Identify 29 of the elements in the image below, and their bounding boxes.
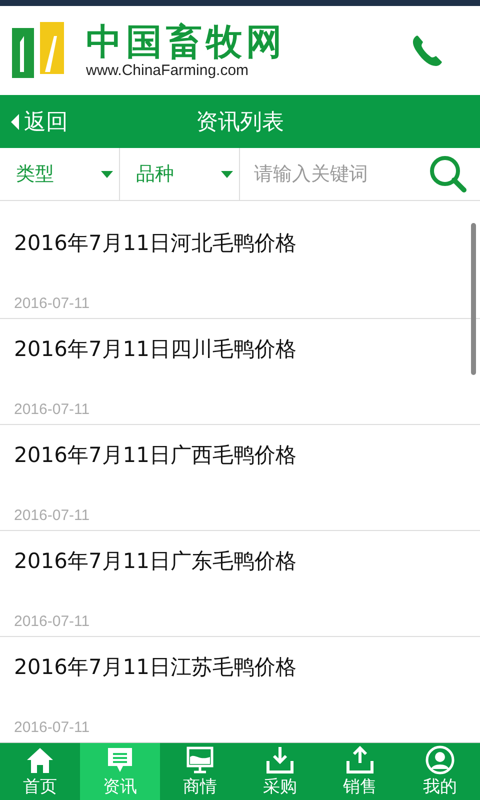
download-icon (265, 745, 295, 775)
news-date: 2016-07-11 (14, 719, 91, 736)
logo-url: www.ChinaFarming.com (86, 62, 250, 80)
scrollbar[interactable] (471, 223, 476, 375)
news-title: 2016年7月11日广西毛鸭价格 (14, 442, 298, 469)
caret-icon (221, 170, 233, 178)
monitor-icon (185, 745, 215, 775)
news-date: 2016-07-11 (14, 507, 91, 524)
news-title: 2016年7月11日河北毛鸭价格 (14, 230, 298, 257)
news-date: 2016-07-11 (14, 401, 91, 418)
logo-title: 中国畜牧网 (86, 22, 286, 62)
search-icon[interactable] (428, 154, 468, 194)
caret-icon (101, 170, 113, 178)
news-title: 2016年7月11日广东毛鸭价格 (14, 548, 298, 575)
news-item[interactable]: 2016年7月11日河北毛鸭价格 2016-07-11 (0, 213, 480, 319)
news-item[interactable]: 2016年7月11日四川毛鸭价格 2016-07-11 (0, 319, 480, 425)
back-arrow-icon (10, 112, 20, 130)
user-icon (425, 745, 455, 775)
news-date: 2016-07-11 (14, 613, 91, 630)
home-icon (25, 745, 55, 775)
news-title: 2016年7月11日江苏毛鸭价格 (14, 654, 298, 681)
upload-icon (345, 745, 375, 775)
page-title: 资讯列表 (196, 110, 284, 134)
news-title: 2016年7月11日四川毛鸭价格 (14, 336, 298, 363)
news-date: 2016-07-11 (14, 295, 91, 312)
news-item[interactable]: 2016年7月11日广东毛鸭价格 2016-07-11 (0, 531, 480, 637)
back-button[interactable]: 返回 (0, 106, 78, 136)
news-item[interactable]: 2016年7月11日广西毛鸭价格 2016-07-11 (0, 425, 480, 531)
tab[interactable]: 资讯 (80, 743, 160, 800)
